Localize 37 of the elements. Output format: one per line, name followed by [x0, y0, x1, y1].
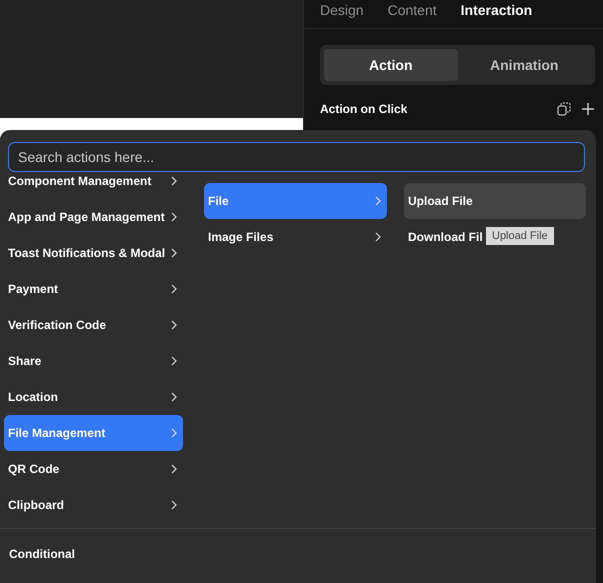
menu-item[interactable]: Component Management: [4, 172, 183, 199]
menu-item[interactable]: Payment: [4, 271, 183, 307]
chevron-icon: [171, 320, 177, 330]
copy-icon[interactable]: [557, 102, 571, 116]
tab[interactable]: Interaction: [460, 2, 532, 18]
segment-button[interactable]: Animation: [458, 49, 591, 81]
section-title: Action on Click: [320, 102, 408, 116]
tab[interactable]: Content: [388, 2, 437, 18]
chevron-icon: [171, 248, 177, 258]
menu-item[interactable]: Conditional: [9, 547, 75, 561]
chevron-icon: [171, 176, 177, 186]
chevron-icon: [171, 212, 177, 222]
menu-item[interactable]: QR Code: [4, 451, 183, 487]
chevron-icon: [375, 196, 381, 206]
menu-item[interactable]: Upload File: [404, 183, 586, 219]
search-field[interactable]: Search actions here...: [8, 142, 585, 172]
menu-item[interactable]: File Management: [4, 415, 183, 451]
chevron-icon: [375, 232, 381, 242]
tooltip: Upload File: [486, 227, 554, 245]
menu-item[interactable]: Verification Code: [4, 307, 183, 343]
plus-icon[interactable]: [581, 102, 595, 116]
menu-item[interactable]: Share: [4, 343, 183, 379]
menu-item[interactable]: File: [204, 183, 387, 219]
chevron-icon: [171, 284, 177, 294]
menu-item[interactable]: Clipboard: [4, 487, 183, 523]
chevron-icon: [171, 356, 177, 366]
menu-item[interactable]: Download Fil: [404, 219, 489, 255]
chevron-icon: [171, 464, 177, 474]
segment-button[interactable]: Action: [324, 49, 458, 81]
tab[interactable]: Design: [320, 2, 364, 18]
chevron-icon: [171, 428, 177, 438]
chevron-icon: [171, 500, 177, 510]
menu-item[interactable]: App and Page Management: [4, 199, 183, 235]
menu-item[interactable]: Toast Notifications & Modal: [4, 235, 183, 271]
menu-item[interactable]: Image Files: [204, 219, 387, 255]
chevron-icon: [171, 392, 177, 402]
menu-item[interactable]: Location: [4, 379, 183, 415]
